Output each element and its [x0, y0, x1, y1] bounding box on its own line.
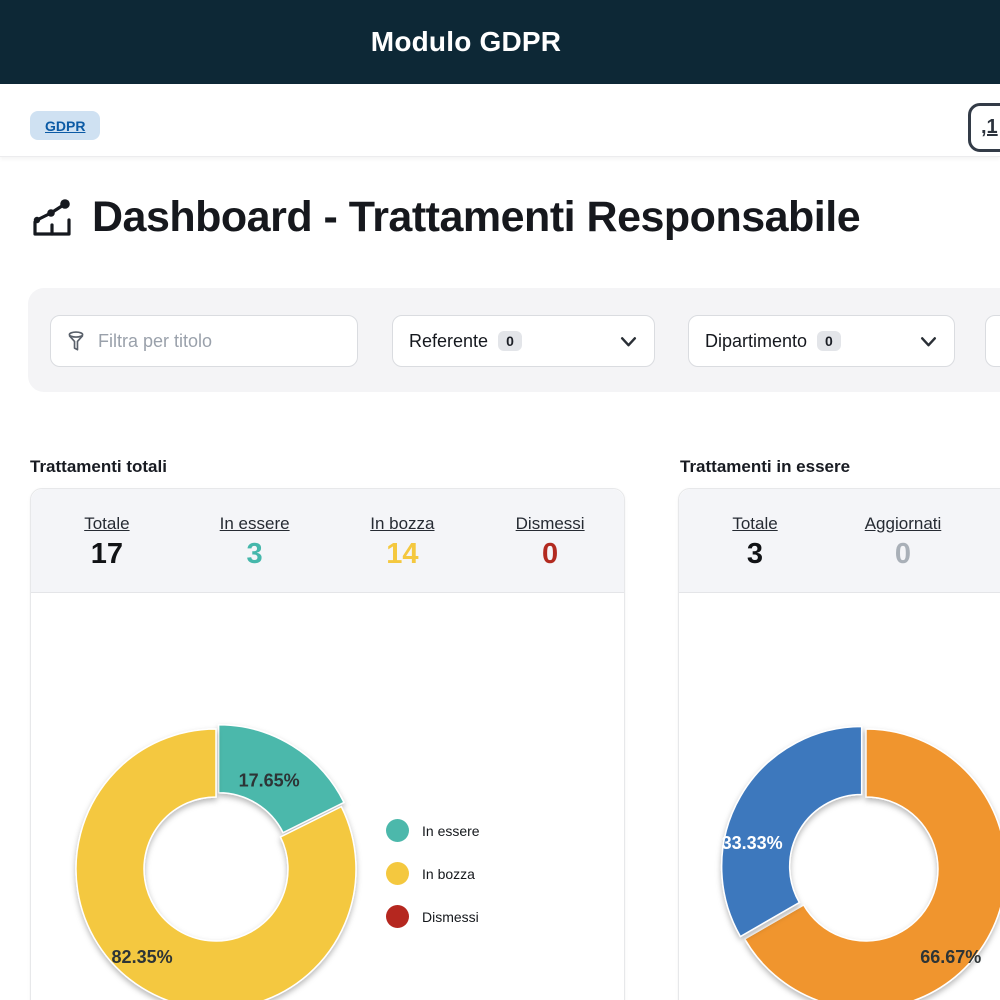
svg-text:17.65%: 17.65%: [239, 771, 300, 791]
legend-label-in-bozza: In bozza: [422, 866, 475, 882]
filter-panel: Filtra per titolo Referente 0 Dipartimen…: [28, 288, 1000, 392]
card2-stats-header: Totale 3 Aggiornati 0: [679, 489, 1000, 593]
stat2-totale-value: 3: [681, 538, 829, 571]
stats-mini-button-glyph: ,1: [981, 116, 998, 139]
legend-item-in-essere[interactable]: In essere: [386, 819, 480, 842]
stat2-totale: Totale 3: [681, 514, 829, 592]
stat2-totale-label[interactable]: Totale: [681, 514, 829, 534]
referente-dropdown-label: Referente: [409, 331, 488, 352]
gdpr-dashboard-page: Modulo GDPR GDPR ,1 Dashboard - Trattame…: [0, 0, 1000, 1000]
svg-text:33.33%: 33.33%: [722, 833, 783, 853]
page-title: Dashboard - Trattamenti Responsabile: [92, 193, 860, 242]
referente-count-badge: 0: [498, 331, 522, 351]
breadcrumb-link-gdpr[interactable]: GDPR: [45, 118, 85, 134]
dipartimento-dropdown[interactable]: Dipartimento 0: [688, 315, 955, 367]
legend-label-in-essere: In essere: [422, 823, 480, 839]
breadcrumb[interactable]: GDPR: [30, 111, 100, 140]
funnel-icon: [65, 330, 87, 352]
dipartimento-count-badge: 0: [817, 331, 841, 351]
legend-item-dismessi[interactable]: Dismessi: [386, 905, 480, 928]
card-trattamenti-totali: Totale 17 In essere 3 In bozza 14 Dismes…: [30, 488, 625, 1000]
chart1-legend: In essere In bozza Dismessi: [386, 819, 480, 948]
dipartimento-dropdown-label: Dipartimento: [705, 331, 807, 352]
stat-in-essere-label[interactable]: In essere: [181, 514, 329, 534]
card1-stats-header: Totale 17 In essere 3 In bozza 14 Dismes…: [31, 489, 624, 593]
app-header: Modulo GDPR: [0, 0, 1000, 84]
legend-swatch-dismessi: [386, 905, 409, 928]
stat-in-bozza-label[interactable]: In bozza: [329, 514, 477, 534]
legend-swatch-in-bozza: [386, 862, 409, 885]
stat2-aggiornati-value: 0: [829, 538, 977, 571]
donut-chart-trattamenti-in-essere[interactable]: 66.67% 33.33%: [679, 593, 1000, 1000]
chart-line-icon: [28, 195, 74, 241]
card-trattamenti-in-essere: Totale 3 Aggiornati 0 66.67% 33.33%: [678, 488, 1000, 1000]
stat-dismessi-label[interactable]: Dismessi: [476, 514, 624, 534]
chevron-down-icon: [619, 332, 638, 351]
app-title: Modulo GDPR: [0, 26, 1000, 58]
stat-in-essere: In essere 3: [181, 514, 329, 592]
card2-title: Trattamenti in essere: [680, 457, 850, 477]
chevron-down-icon: [919, 332, 938, 351]
referente-dropdown[interactable]: Referente 0: [392, 315, 655, 367]
svg-text:82.35%: 82.35%: [112, 947, 173, 967]
stat2-aggiornati: Aggiornati 0: [829, 514, 977, 592]
legend-label-dismessi: Dismessi: [422, 909, 479, 925]
donut-chart-trattamenti-totali[interactable]: 17.65% 82.35%: [31, 593, 626, 1000]
stat-totale: Totale 17: [33, 514, 181, 592]
legend-swatch-in-essere: [386, 819, 409, 842]
stat-dismessi: Dismessi 0: [476, 514, 624, 592]
stats-mini-button[interactable]: ,1: [968, 103, 1000, 152]
legend-item-in-bozza[interactable]: In bozza: [386, 862, 480, 885]
svg-text:66.67%: 66.67%: [920, 947, 981, 967]
partial-filter-control[interactable]: [985, 315, 1000, 367]
stat-in-essere-value: 3: [181, 538, 329, 571]
card2-chart-area: 66.67% 33.33%: [679, 593, 1000, 1000]
stat-totale-value: 17: [33, 538, 181, 571]
card1-chart-area: 17.65% 82.35% In essere In bozza Dismessi: [31, 593, 624, 1000]
stat-in-bozza-value: 14: [329, 538, 477, 571]
title-filter-input[interactable]: Filtra per titolo: [50, 315, 358, 367]
stat-in-bozza: In bozza 14: [329, 514, 477, 592]
card1-title: Trattamenti totali: [30, 457, 167, 477]
stat-dismessi-value: 0: [476, 538, 624, 571]
breadcrumb-bar: GDPR ,1: [0, 84, 1000, 157]
title-filter-placeholder: Filtra per titolo: [98, 331, 212, 352]
stat-totale-label[interactable]: Totale: [33, 514, 181, 534]
page-title-row: Dashboard - Trattamenti Responsabile: [28, 193, 860, 242]
stat2-aggiornati-label[interactable]: Aggiornati: [829, 514, 977, 534]
